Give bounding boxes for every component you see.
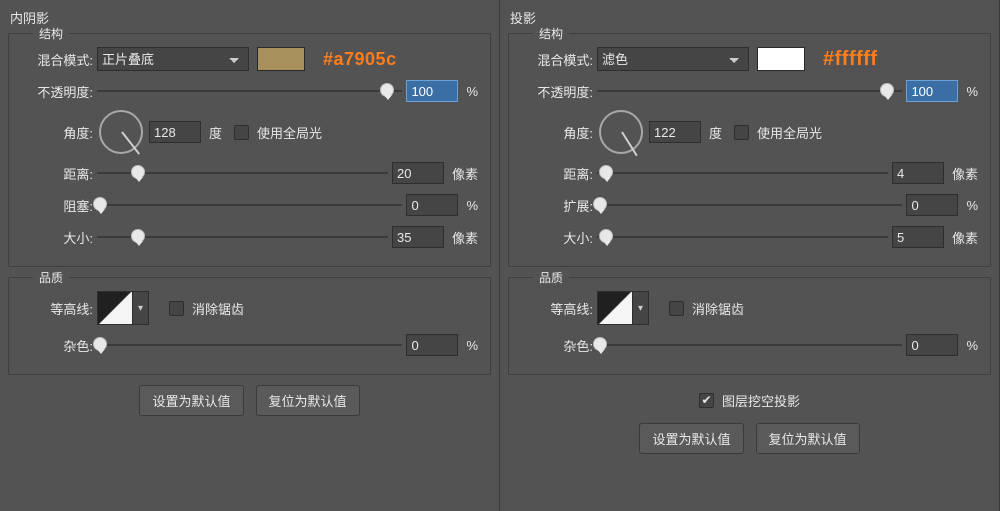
- noise-unit: %: [966, 338, 978, 353]
- angle-label: 角度:: [521, 123, 593, 142]
- quality-fieldset: 品质 等高线: ▾ 消除锯齿 杂色: %: [8, 277, 491, 375]
- quality-fieldset: 品质 等高线: ▾ 消除锯齿 杂色: %: [508, 277, 991, 375]
- structure-legend: 结构: [33, 25, 69, 42]
- knockout-label: 图层挖空投影: [722, 391, 800, 410]
- distance-label: 距离:: [521, 164, 593, 183]
- noise-slider[interactable]: [597, 335, 902, 355]
- choke-slider[interactable]: [97, 195, 402, 215]
- choke-label: 阻塞:: [21, 196, 93, 215]
- opacity-input[interactable]: [906, 80, 958, 102]
- distance-label: 距离:: [21, 164, 93, 183]
- global-light-label: 使用全局光: [257, 123, 322, 142]
- distance-unit: 像素: [452, 164, 478, 183]
- noise-input[interactable]: [906, 334, 958, 356]
- distance-slider[interactable]: [597, 163, 888, 183]
- distance-slider[interactable]: [97, 163, 388, 183]
- blend-mode-select[interactable]: 滤色: [597, 47, 749, 71]
- set-default-button[interactable]: 设置为默认值: [639, 423, 743, 454]
- angle-unit: 度: [209, 123, 222, 142]
- inner-shadow-panel: 内阴影 结构 混合模式: 正片叠底 #a7905c 不透明度: % 角度: 度: [0, 0, 500, 511]
- antialias-checkbox[interactable]: [169, 301, 184, 316]
- quality-legend: 品质: [533, 269, 569, 286]
- opacity-input[interactable]: [406, 80, 458, 102]
- blend-mode-label: 混合模式:: [21, 50, 93, 69]
- distance-input[interactable]: [892, 162, 944, 184]
- knockout-checkbox[interactable]: ✔: [699, 393, 714, 408]
- size-slider[interactable]: [597, 227, 888, 247]
- structure-fieldset: 结构 混合模式: 正片叠底 #a7905c 不透明度: % 角度: 度: [8, 33, 491, 267]
- spread-unit: %: [966, 198, 978, 213]
- drop-shadow-panel: 投影 结构 混合模式: 滤色 #ffffff 不透明度: % 角度: 度: [500, 0, 1000, 511]
- color-annotation: #ffffff: [823, 48, 878, 71]
- distance-unit: 像素: [952, 164, 978, 183]
- antialias-label: 消除锯齿: [692, 299, 744, 318]
- color-swatch[interactable]: [757, 47, 805, 71]
- opacity-slider[interactable]: [597, 81, 902, 101]
- choke-unit: %: [466, 198, 478, 213]
- noise-label: 杂色:: [521, 336, 593, 355]
- contour-thumb-icon: [98, 292, 132, 324]
- contour-picker[interactable]: ▾: [597, 291, 649, 325]
- angle-label: 角度:: [21, 123, 93, 142]
- noise-input[interactable]: [406, 334, 458, 356]
- size-unit: 像素: [452, 228, 478, 247]
- opacity-slider[interactable]: [97, 81, 402, 101]
- size-slider[interactable]: [97, 227, 388, 247]
- contour-label: 等高线:: [21, 299, 93, 318]
- spread-slider[interactable]: [597, 195, 902, 215]
- global-light-checkbox[interactable]: [734, 125, 749, 140]
- distance-input[interactable]: [392, 162, 444, 184]
- reset-default-button[interactable]: 复位为默认值: [256, 385, 360, 416]
- size-label: 大小:: [521, 228, 593, 247]
- opacity-unit: %: [966, 84, 978, 99]
- contour-picker[interactable]: ▾: [97, 291, 149, 325]
- blend-mode-select[interactable]: 正片叠底: [97, 47, 249, 71]
- structure-legend: 结构: [533, 25, 569, 42]
- opacity-unit: %: [466, 84, 478, 99]
- structure-fieldset: 结构 混合模式: 滤色 #ffffff 不透明度: % 角度: 度: [508, 33, 991, 267]
- angle-unit: 度: [709, 123, 722, 142]
- color-swatch[interactable]: [257, 47, 305, 71]
- spread-input[interactable]: [906, 194, 958, 216]
- panel-title: 投影: [508, 4, 991, 33]
- antialias-label: 消除锯齿: [192, 299, 244, 318]
- noise-label: 杂色:: [21, 336, 93, 355]
- set-default-button[interactable]: 设置为默认值: [139, 385, 243, 416]
- size-input[interactable]: [892, 226, 944, 248]
- size-input[interactable]: [392, 226, 444, 248]
- choke-input[interactable]: [406, 194, 458, 216]
- size-unit: 像素: [952, 228, 978, 247]
- noise-unit: %: [466, 338, 478, 353]
- chevron-down-icon: ▾: [632, 292, 648, 324]
- chevron-down-icon: ▾: [132, 292, 148, 324]
- angle-dial[interactable]: [99, 110, 143, 154]
- opacity-label: 不透明度:: [21, 82, 93, 101]
- blend-mode-label: 混合模式:: [521, 50, 593, 69]
- opacity-label: 不透明度:: [521, 82, 593, 101]
- contour-label: 等高线:: [521, 299, 593, 318]
- noise-slider[interactable]: [97, 335, 402, 355]
- reset-default-button[interactable]: 复位为默认值: [756, 423, 860, 454]
- quality-legend: 品质: [33, 269, 69, 286]
- angle-dial[interactable]: [599, 110, 643, 154]
- size-label: 大小:: [21, 228, 93, 247]
- global-light-checkbox[interactable]: [234, 125, 249, 140]
- angle-input[interactable]: [149, 121, 201, 143]
- contour-thumb-icon: [598, 292, 632, 324]
- spread-label: 扩展:: [521, 196, 593, 215]
- antialias-checkbox[interactable]: [669, 301, 684, 316]
- panel-title: 内阴影: [8, 4, 491, 33]
- global-light-label: 使用全局光: [757, 123, 822, 142]
- angle-input[interactable]: [649, 121, 701, 143]
- color-annotation: #a7905c: [323, 49, 397, 70]
